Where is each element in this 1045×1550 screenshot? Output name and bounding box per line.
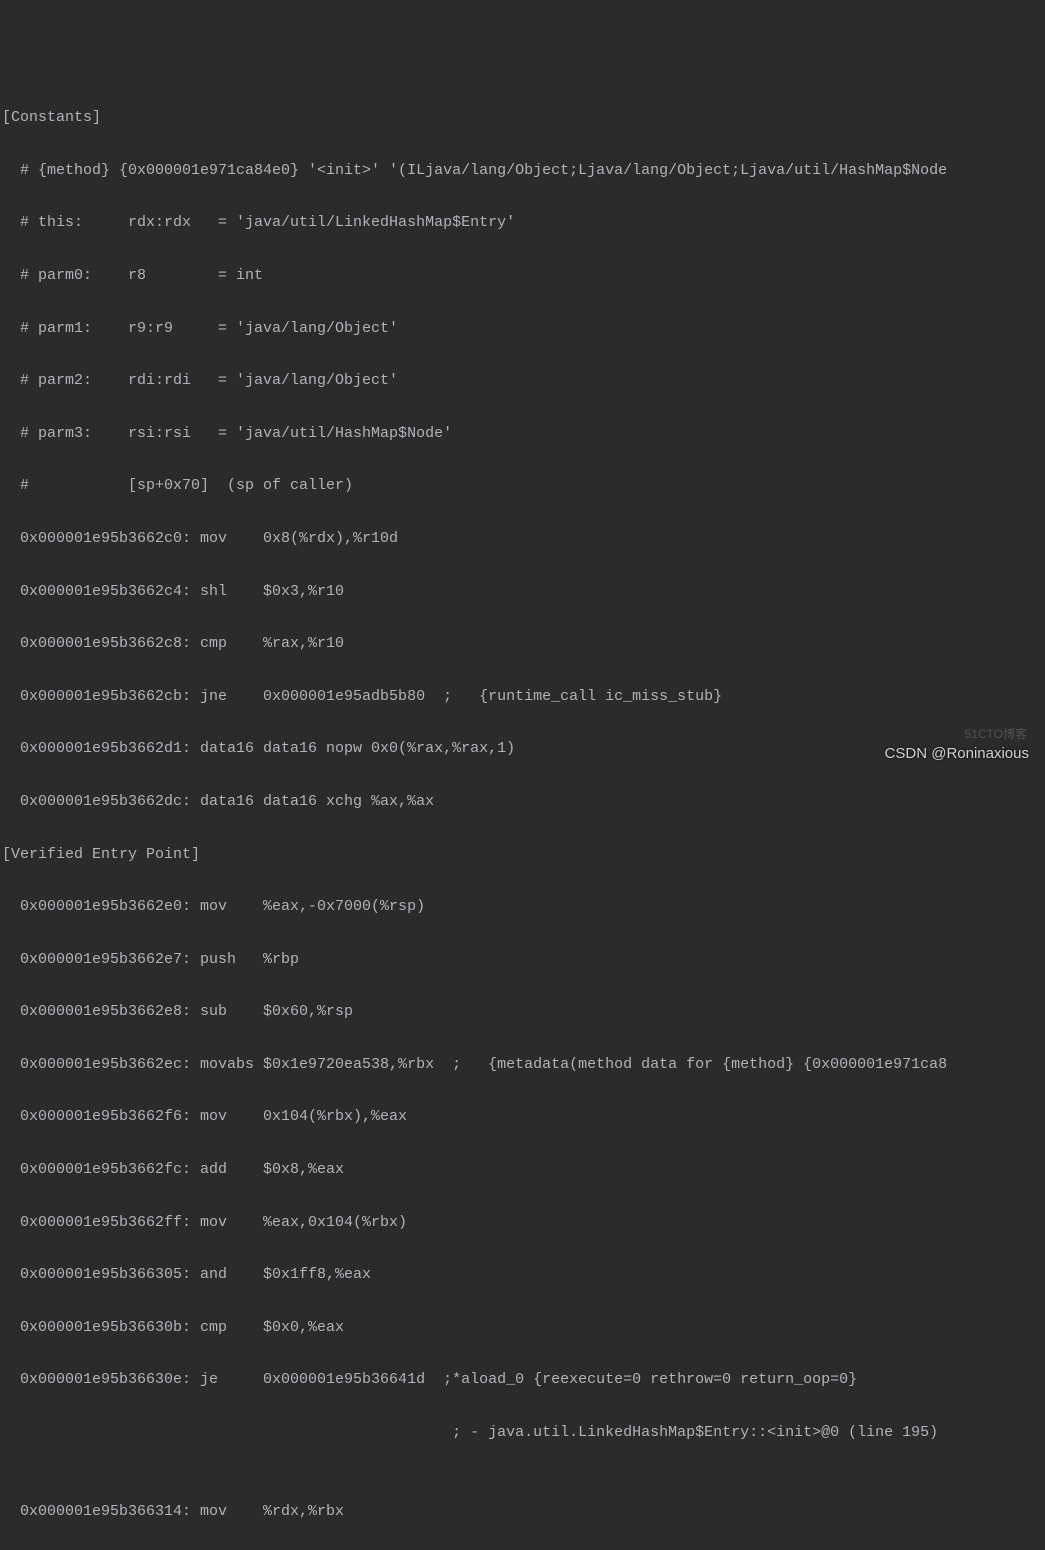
section-verified-entry-point: [Verified Entry Point]	[0, 842, 1045, 868]
asm-instruction: 0x000001e95b3662ff: mov %eax,0x104(%rbx)	[0, 1210, 1045, 1236]
asm-instruction: 0x000001e95b36630e: je 0x000001e95b36641…	[0, 1367, 1045, 1393]
asm-comment: # [sp+0x70] (sp of caller)	[0, 473, 1045, 499]
asm-comment: # parm1: r9:r9 = 'java/lang/Object'	[0, 316, 1045, 342]
asm-instruction: 0x000001e95b3662f6: mov 0x104(%rbx),%eax	[0, 1104, 1045, 1130]
asm-instruction: 0x000001e95b3662ec: movabs $0x1e9720ea53…	[0, 1052, 1045, 1078]
section-constants: [Constants]	[0, 105, 1045, 131]
asm-instruction: 0x000001e95b3662cb: jne 0x000001e95adb5b…	[0, 684, 1045, 710]
asm-instruction: 0x000001e95b36630b: cmp $0x0,%eax	[0, 1315, 1045, 1341]
asm-instruction: 0x000001e95b3662c0: mov 0x8(%rdx),%r10d	[0, 526, 1045, 552]
asm-instruction: 0x000001e95b366314: mov %rdx,%rbx	[0, 1499, 1045, 1525]
asm-comment: # parm0: r8 = int	[0, 263, 1045, 289]
asm-instruction: 0x000001e95b3662e0: mov %eax,-0x7000(%rs…	[0, 894, 1045, 920]
asm-instruction: 0x000001e95b3662e7: push %rbp	[0, 947, 1045, 973]
asm-instruction: 0x000001e95b3662dc: data16 data16 xchg %…	[0, 789, 1045, 815]
asm-comment-continuation: ; - java.util.LinkedHashMap$Entry::<init…	[0, 1420, 1045, 1446]
asm-instruction: 0x000001e95b3662d1: data16 data16 nopw 0…	[0, 736, 1045, 762]
asm-comment: # parm3: rsi:rsi = 'java/util/HashMap$No…	[0, 421, 1045, 447]
asm-comment: # {method} {0x000001e971ca84e0} '<init>'…	[0, 158, 1045, 184]
asm-instruction: 0x000001e95b3662e8: sub $0x60,%rsp	[0, 999, 1045, 1025]
asm-instruction: 0x000001e95b3662c8: cmp %rax,%r10	[0, 631, 1045, 657]
asm-comment: # this: rdx:rdx = 'java/util/LinkedHashM…	[0, 210, 1045, 236]
asm-instruction: 0x000001e95b366305: and $0x1ff8,%eax	[0, 1262, 1045, 1288]
asm-instruction: 0x000001e95b3662c4: shl $0x3,%r10	[0, 579, 1045, 605]
asm-instruction: 0x000001e95b3662fc: add $0x8,%eax	[0, 1157, 1045, 1183]
asm-comment: # parm2: rdi:rdi = 'java/lang/Object'	[0, 368, 1045, 394]
